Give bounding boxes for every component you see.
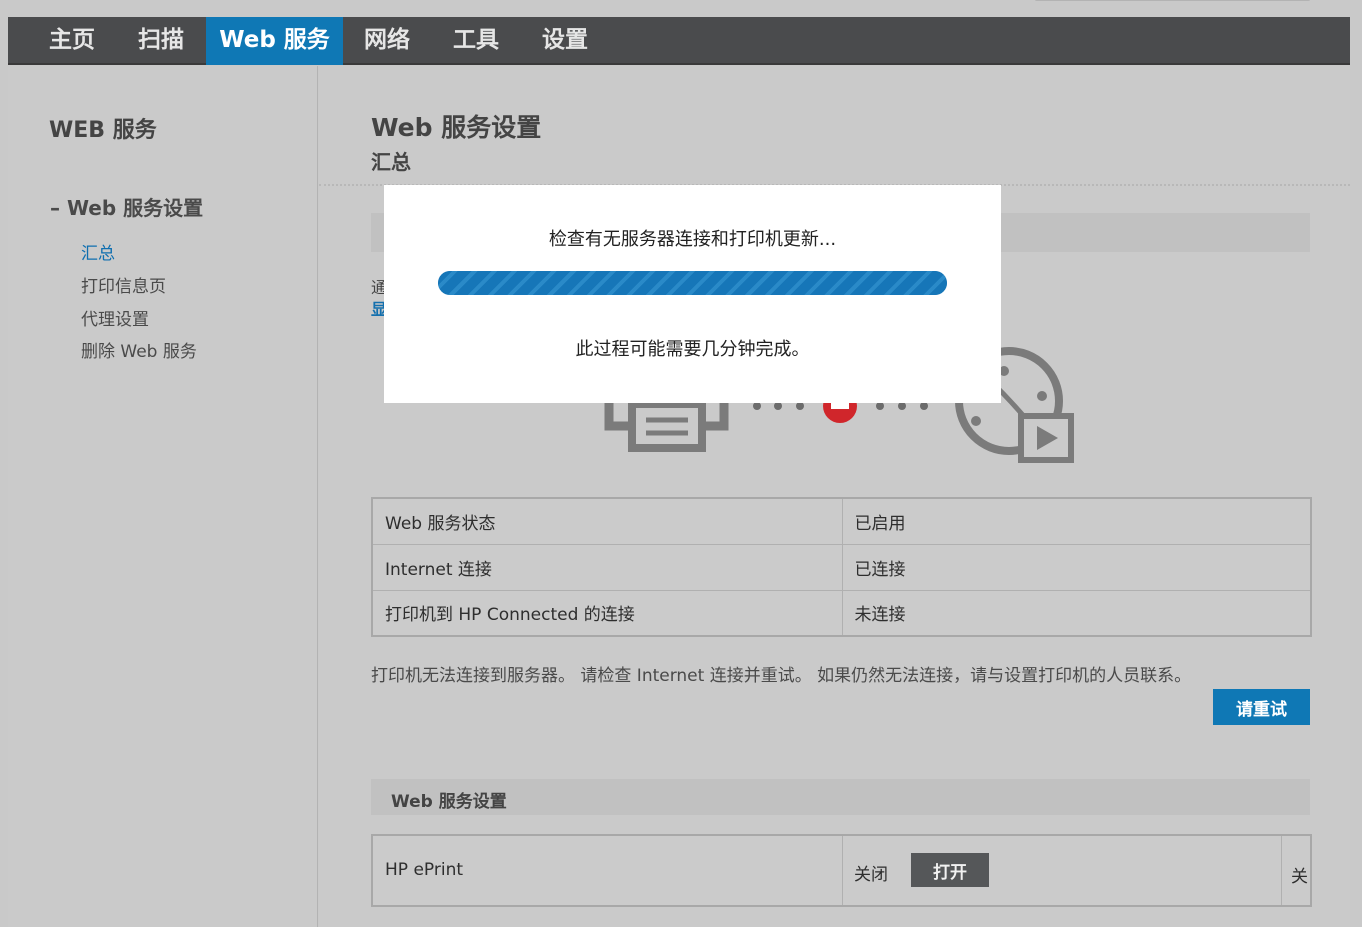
page-subtitle: 汇总 xyxy=(371,150,411,174)
connection-warning: 打印机无法连接到服务器。 请检查 Internet 连接并重试。 如果仍然无法连… xyxy=(371,666,1192,686)
top-strip xyxy=(0,0,1362,17)
tab-scan[interactable]: 扫描 xyxy=(116,17,206,65)
eprint-state: 关闭 xyxy=(854,865,888,885)
tab-tools[interactable]: 工具 xyxy=(431,17,521,65)
status-label: Web 服务状态 xyxy=(371,497,843,545)
progress-bar xyxy=(438,271,947,295)
progress-dialog: 检查有无服务器连接和打印机更新... 此过程可能需要几分钟完成。 xyxy=(384,185,1001,403)
status-value: 已启用 xyxy=(841,497,1312,545)
eprint-edge-text: 关 xyxy=(1291,867,1308,887)
section-header: Web 服务设置 xyxy=(371,779,1310,815)
tab-web-services[interactable]: Web 服务 xyxy=(206,17,343,65)
tab-network[interactable]: 网络 xyxy=(343,17,431,65)
sidebar-item-print-info-page[interactable]: 打印信息页 xyxy=(81,272,166,297)
dialog-note: 此过程可能需要几分钟完成。 xyxy=(575,339,810,360)
eprint-turn-on-button[interactable]: 打开 xyxy=(911,853,989,887)
sidebar-item-summary[interactable]: 汇总 xyxy=(81,239,115,264)
eprint-row: HP ePrint 关闭 打开 关 xyxy=(371,834,1312,907)
status-table: Web 服务状态 已启用 Internet 连接 已连接 打印机到 HP Con… xyxy=(371,497,1312,637)
status-value: 未连接 xyxy=(841,589,1312,637)
column-divider xyxy=(1281,836,1282,905)
page-title: Web 服务设置 xyxy=(371,113,542,142)
table-row: Internet 连接 已连接 xyxy=(371,543,1312,591)
sidebar-group-web-services-settings[interactable]: – Web 服务设置 xyxy=(50,192,203,221)
sidebar-item-remove-web-services[interactable]: 删除 Web 服务 xyxy=(81,337,197,362)
main-nav: 主页 扫描 Web 服务 网络 工具 设置 xyxy=(8,17,1350,65)
status-value: 已连接 xyxy=(841,543,1312,591)
retry-button[interactable]: 请重试 xyxy=(1213,689,1310,725)
section-title: Web 服务设置 xyxy=(391,792,507,812)
sidebar-item-proxy-settings[interactable]: 代理设置 xyxy=(81,305,149,330)
sidebar-title: WEB 服务 xyxy=(49,118,157,143)
status-label: Internet 连接 xyxy=(371,543,843,591)
dialog-message: 检查有无服务器连接和打印机更新... xyxy=(548,229,837,250)
tab-home[interactable]: 主页 xyxy=(28,17,116,65)
eprint-label: HP ePrint xyxy=(385,860,464,880)
progress-fill xyxy=(438,271,947,295)
tab-settings[interactable]: 设置 xyxy=(521,17,609,65)
top-edge xyxy=(1035,0,1310,1)
status-label: 打印机到 HP Connected 的连接 xyxy=(371,589,843,637)
column-divider xyxy=(842,836,843,905)
table-row: Web 服务状态 已启用 xyxy=(371,497,1312,545)
table-row: 打印机到 HP Connected 的连接 未连接 xyxy=(371,589,1312,637)
sidebar: WEB 服务 – Web 服务设置 汇总 打印信息页 代理设置 删除 Web 服… xyxy=(8,66,318,927)
